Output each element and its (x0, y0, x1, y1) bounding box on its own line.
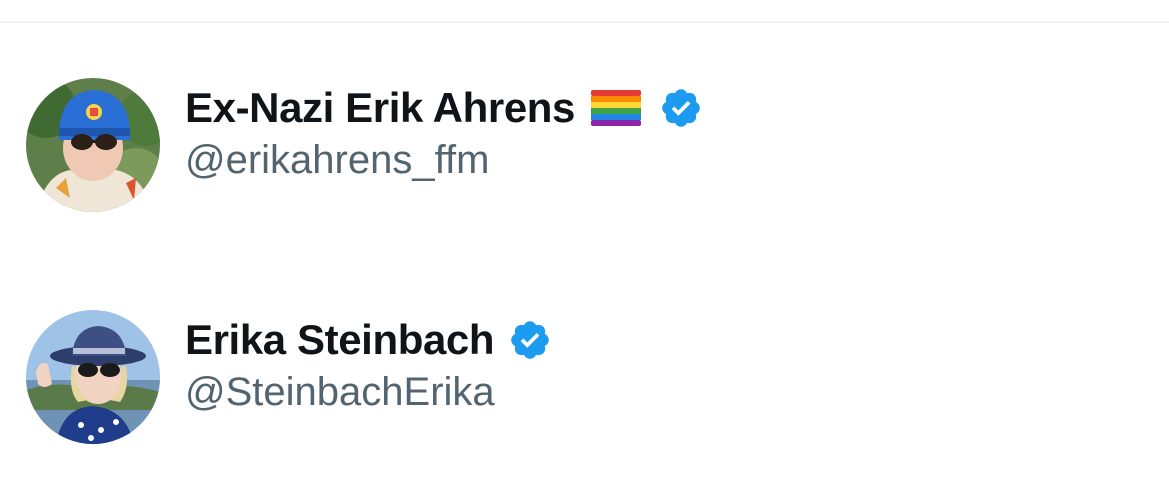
top-divider (0, 21, 1169, 23)
verified-badge-icon[interactable] (659, 86, 703, 130)
avatar[interactable] (26, 310, 160, 444)
avatar[interactable] (26, 78, 160, 212)
display-name[interactable]: Ex-Nazi Erik Ahrens (185, 84, 575, 132)
user-handle[interactable]: @erikahrens_ffm (185, 138, 489, 183)
verified-badge-icon[interactable] (508, 318, 552, 362)
user-row-erikahrens[interactable]: Ex-Nazi Erik Ahrens @erikahrens_ffm (0, 76, 1169, 212)
user-row-steinbacherika[interactable]: Erika Steinbach @SteinbachErika (0, 308, 1169, 444)
user-handle[interactable]: @SteinbachErika (185, 370, 495, 415)
rainbow-flag-icon (591, 90, 641, 126)
avatar-photo-man-blue-helmet (26, 78, 160, 212)
avatar-photo-woman-hat (26, 310, 160, 444)
name-line: Ex-Nazi Erik Ahrens (185, 81, 703, 135)
name-line: Erika Steinbach (185, 313, 552, 367)
display-name[interactable]: Erika Steinbach (185, 316, 495, 364)
